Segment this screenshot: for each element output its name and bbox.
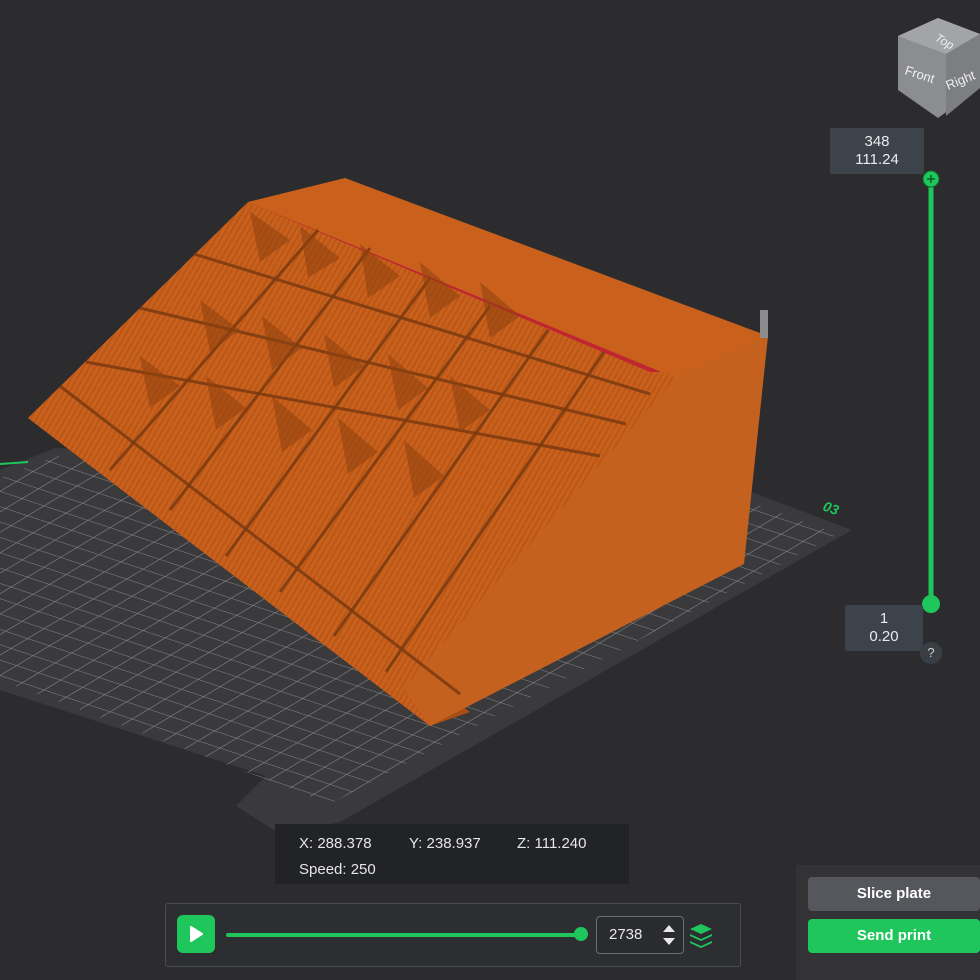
speed-readout: Speed: 250 — [299, 861, 376, 878]
bottom-layer-handle[interactable] — [922, 595, 940, 613]
play-icon — [190, 926, 203, 942]
move-number-value[interactable]: 2738 — [609, 926, 642, 943]
top-layer-label: 348 111.24 — [830, 128, 924, 174]
coord-x: X: 288.378 — [299, 835, 372, 852]
coordinate-readout: X: 288.378 Y: 238.937 Z: 111.240 Speed: … — [275, 824, 629, 884]
slice-plate-button[interactable]: Slice plate — [808, 877, 980, 911]
layer-slider[interactable] — [918, 160, 948, 630]
move-progress-track[interactable] — [226, 933, 583, 937]
bottom-layer-label: 1 0.20 — [845, 605, 923, 651]
layers-icon[interactable] — [689, 922, 713, 948]
action-panel: Slice plate Send print — [796, 865, 980, 980]
play-button[interactable] — [177, 915, 215, 953]
move-progress-handle[interactable] — [574, 927, 588, 941]
send-print-button[interactable]: Send print — [808, 919, 980, 953]
help-icon[interactable]: ? — [920, 642, 942, 664]
move-number-stepper[interactable]: 2738 — [596, 916, 684, 954]
coord-y: Y: 238.937 — [409, 835, 481, 852]
plate-label: 03 — [821, 498, 841, 518]
top-layer-height: 111.24 — [855, 151, 899, 168]
view-cube[interactable]: Top Front Right — [896, 18, 980, 118]
bottom-layer-number: 1 — [879, 610, 889, 627]
playback-bar: 2738 — [165, 903, 741, 967]
top-layer-number: 348 — [864, 133, 890, 150]
coord-z: Z: 111.240 — [517, 835, 587, 852]
bottom-layer-height: 0.20 — [869, 628, 899, 645]
stepper-arrows-icon[interactable] — [661, 921, 677, 949]
